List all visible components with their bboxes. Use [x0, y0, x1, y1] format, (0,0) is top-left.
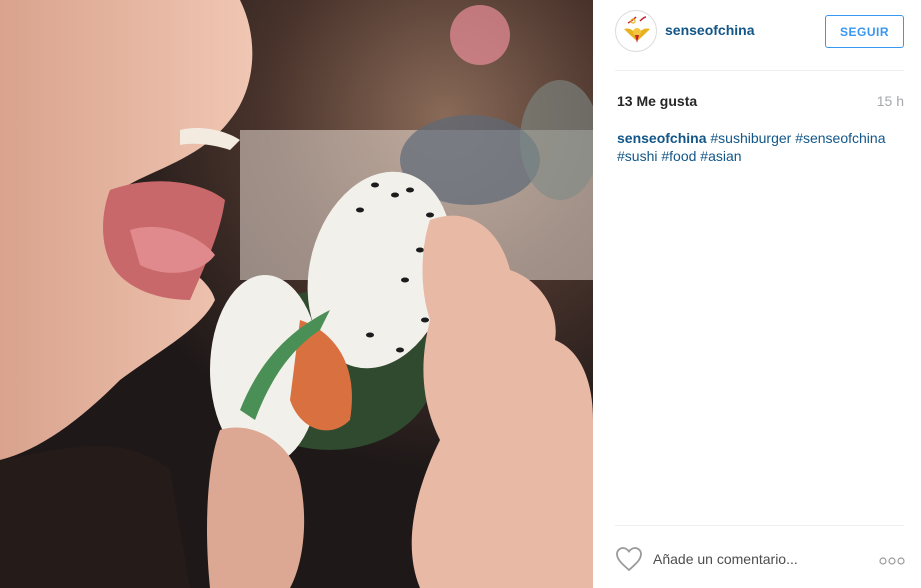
flowers	[450, 5, 510, 65]
collar	[0, 446, 190, 588]
post-time[interactable]: 15 h	[877, 93, 904, 109]
username-link[interactable]: senseofchina	[665, 22, 754, 38]
post-header: senseofchina SEGUIR	[593, 0, 921, 70]
post-footer	[593, 526, 921, 588]
comment-input[interactable]	[653, 548, 853, 570]
header-divider	[615, 70, 904, 71]
post-photo-illustration	[0, 0, 593, 588]
more-options-icon	[879, 557, 905, 565]
avatar[interactable]	[615, 10, 657, 52]
likes-count[interactable]: 13 Me gusta	[617, 93, 697, 109]
caption-username-link[interactable]: senseofchina	[617, 130, 706, 146]
post-caption: senseofchina #sushiburger #senseofchina …	[617, 129, 907, 165]
hashtag-link[interactable]: #senseofchina	[795, 130, 885, 146]
instagram-post: senseofchina SEGUIR 13 Me gusta 15 h sen…	[0, 0, 921, 588]
hashtag-link[interactable]: #sushi	[617, 148, 657, 164]
hashtag-link[interactable]: #asian	[700, 148, 741, 164]
hashtag-link[interactable]: #sushiburger	[710, 130, 791, 146]
post-side-panel: senseofchina SEGUIR 13 Me gusta 15 h sen…	[593, 0, 921, 588]
hashtag-link[interactable]: #food	[661, 148, 696, 164]
post-photo[interactable]	[0, 0, 593, 588]
golden-bird-logo-icon	[624, 16, 650, 43]
like-button[interactable]	[615, 546, 643, 572]
more-options-button[interactable]	[879, 554, 905, 565]
follow-button[interactable]: SEGUIR	[825, 15, 904, 48]
heart-outline-icon	[616, 547, 642, 572]
